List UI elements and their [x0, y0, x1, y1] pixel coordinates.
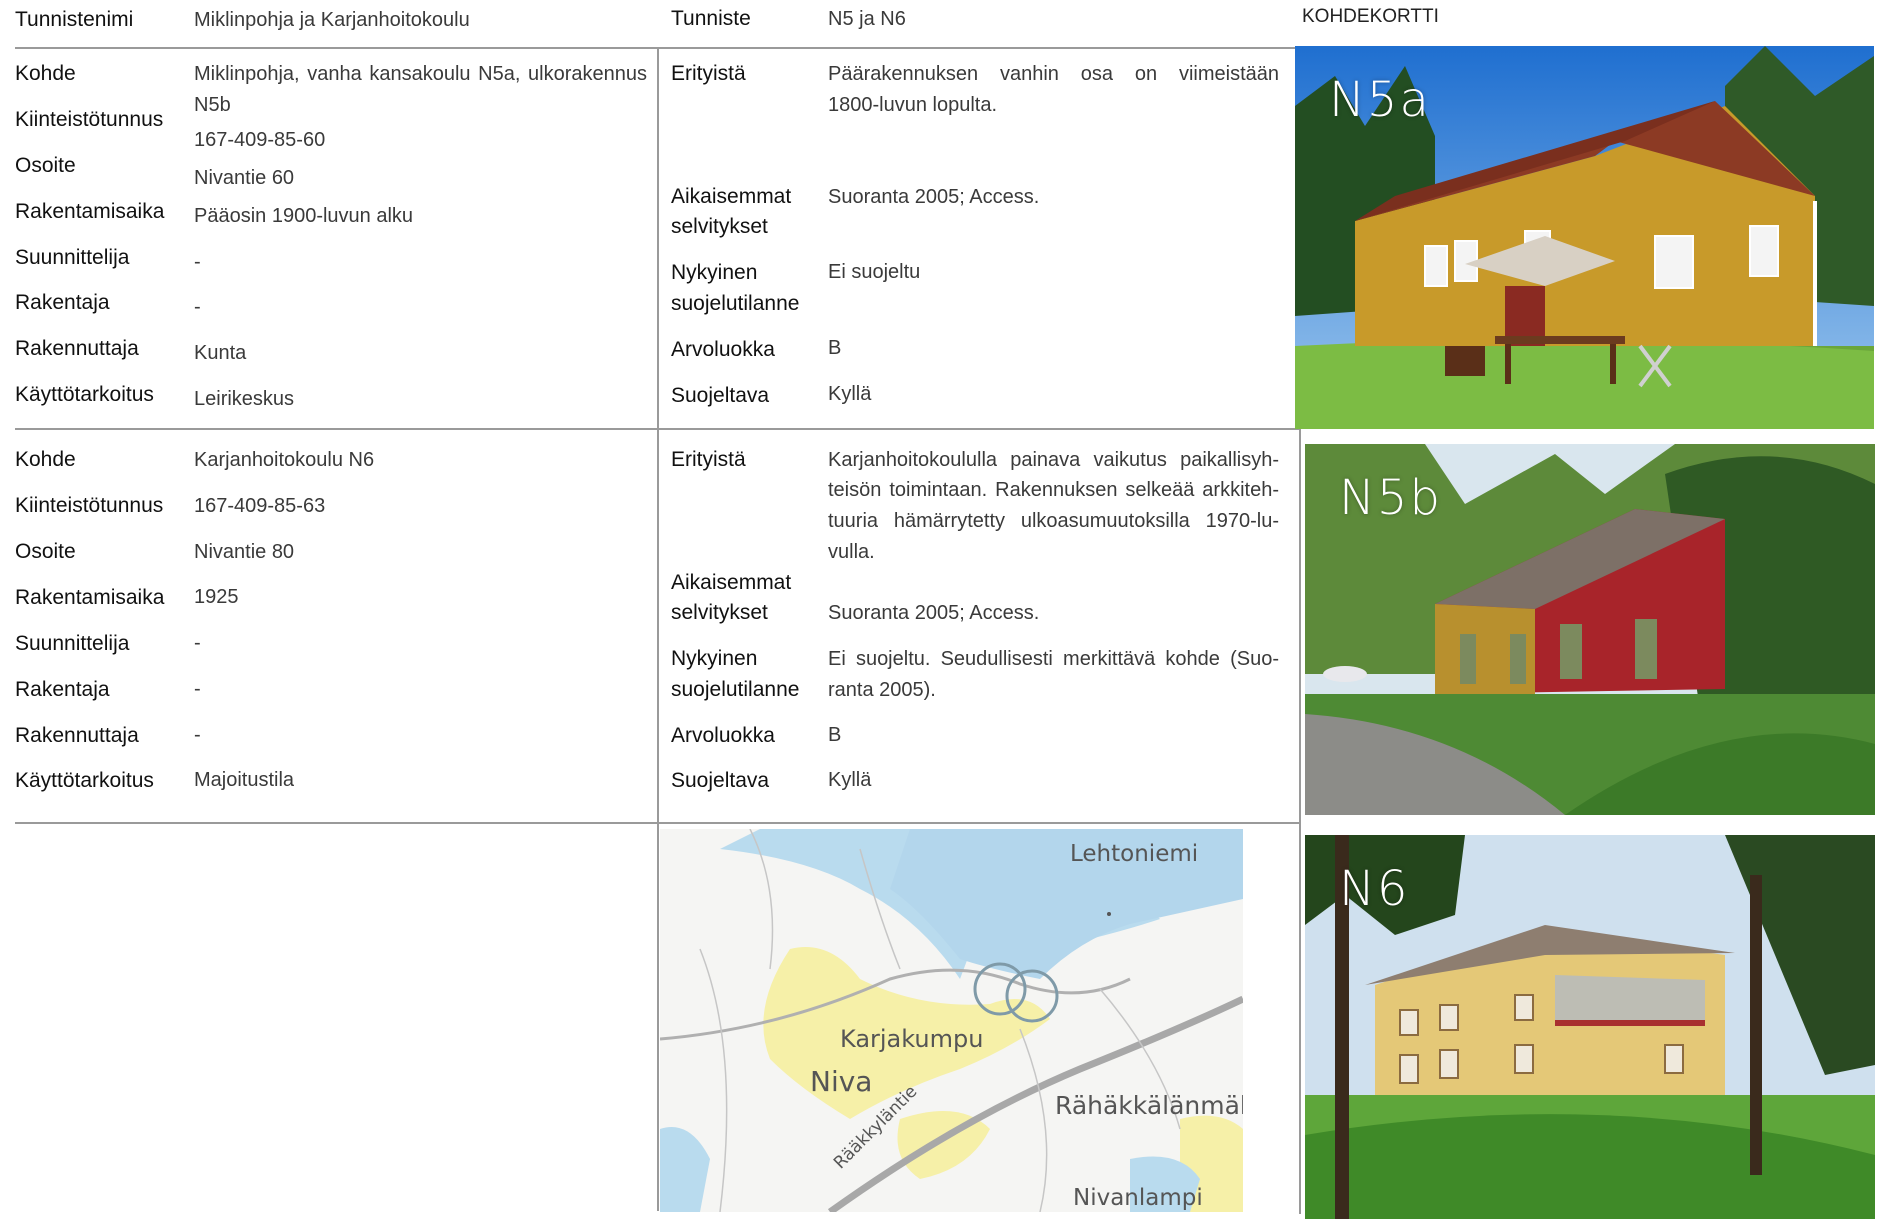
erityista-value-line2: 1800-luvun lopulta. [828, 94, 998, 116]
column-divider-right [1299, 428, 1301, 1214]
rakentaja-label: Rakentaja [15, 678, 110, 701]
kohde-value-line1: Miklinpohja, vanha kansakoulu N5a, ulkor… [194, 63, 647, 85]
photo-n6: N6 [1305, 835, 1875, 1219]
rakennuttaja-value: Kunta [194, 342, 247, 364]
kiinteistotunnus-value: 167-409-85-63 [194, 495, 326, 517]
kiinteistotunnus-label: Kiinteistötunnus [15, 494, 164, 517]
kayttotarkoitus-label: Käyttötarkoitus [15, 383, 154, 406]
photo-n5a-tag: N5a [1329, 72, 1431, 128]
suojeltava-value: Kyllä [828, 769, 872, 791]
osoite-label: Osoite [15, 154, 76, 177]
kayttotarkoitus-label: Käyttötarkoitus [15, 769, 154, 792]
kohde-value-line2: N5b [194, 94, 231, 116]
nykyinen-label-line2: suojelutilanne [671, 678, 800, 701]
photo-n5a: N5a [1295, 46, 1874, 429]
suunnittelija-label: Suunnittelija [15, 632, 130, 655]
photo-n5b-tag: N5b [1339, 470, 1442, 526]
aikaisemmat-label-line1: Aikaisemmat [671, 185, 792, 208]
photo-n5b: N5b [1305, 444, 1875, 815]
erityista-label: Erityistä [671, 62, 746, 85]
arvoluokka-value: B [828, 724, 842, 746]
kohde-label: Kohde [15, 448, 76, 471]
erityista-value-line4: vulla. [828, 541, 875, 563]
rakennuttaja-label: Rakennuttaja [15, 724, 139, 747]
nykyinen-value: Ei suojeltu [828, 261, 921, 283]
nykyinen-value-line1: Ei suojeltu. Seudullisesti merkittävä ko… [828, 648, 1279, 670]
suunnittelija-value: - [194, 251, 201, 273]
nykyinen-label-line2: suojelutilanne [671, 292, 800, 315]
map-label-nivanlampi: Nivanlampi [1073, 1185, 1203, 1211]
suojeltava-label: Suojeltava [671, 769, 770, 792]
suojeltava-value: Kyllä [828, 383, 872, 405]
kayttotarkoitus-value: Leirikeskus [194, 388, 295, 410]
osoite-label: Osoite [15, 540, 76, 563]
rakentamisaika-value: Pääosin 1900-luvun alku [194, 205, 414, 227]
column-divider-left [657, 47, 659, 1211]
suunnittelija-label: Suunnittelija [15, 246, 130, 269]
map-label-karjakumpu: Karjakumpu [840, 1025, 984, 1053]
rakennuttaja-value: - [194, 724, 201, 746]
rakentaja-value: - [194, 678, 201, 700]
nykyinen-label-line1: Nykyinen [671, 647, 758, 670]
kohde-value: Karjanhoitokoulu N6 [194, 449, 375, 471]
card-title: KOHDEKORTTI [1302, 6, 1439, 27]
rakentaja-label: Rakentaja [15, 291, 110, 314]
nykyinen-label-line1: Nykyinen [671, 261, 758, 284]
nykyinen-value-line2: ranta 2005). [828, 679, 936, 701]
erityista-value-line2: teisön toimintaan. Rakennuksen selkeää a… [828, 479, 1279, 501]
suojeltava-label: Suojeltava [671, 384, 770, 407]
aikaisemmat-value: Suoranta 2005; Access. [828, 186, 1040, 208]
rakentaja-value: - [194, 296, 201, 318]
osoite-value: Nivantie 60 [194, 167, 295, 189]
erityista-label: Erityistä [671, 448, 746, 471]
arvoluokka-label: Arvoluokka [671, 338, 775, 361]
tunnistenimi-label: Tunnistenimi [15, 8, 134, 31]
erityista-value-line1: Karjanhoitokoululla painava vaikutus pai… [828, 449, 1279, 471]
kohde-label: Kohde [15, 62, 76, 85]
tunniste-value: N5 ja N6 [828, 8, 906, 30]
location-map-drawing [660, 829, 1243, 1212]
aikaisemmat-label-line2: selvitykset [671, 215, 768, 238]
erityista-value-line3: tuuria hämärrytetty ulkoasumuutoksilla 1… [828, 510, 1279, 532]
kayttotarkoitus-value: Majoitustila [194, 769, 295, 791]
header-divider [15, 47, 1295, 49]
osoite-value: Nivantie 80 [194, 541, 295, 563]
kiinteistotunnus-value: 167-409-85-60 [194, 129, 326, 151]
map-label-niva: Niva [810, 1065, 873, 1098]
photo-n6-tag: N6 [1339, 861, 1410, 917]
suunnittelija-value: - [194, 632, 201, 654]
location-map: Lehtoniemi Karjakumpu Niva Rähäkkälänmäk… [660, 829, 1243, 1212]
rakentamisaika-value: 1925 [194, 586, 239, 608]
aikaisemmat-label-line1: Aikaisemmat [671, 571, 792, 594]
map-label-lehtoniemi: Lehtoniemi [1070, 841, 1199, 867]
map-label-rahakkalanmaki: Rähäkkälänmäk [1055, 1091, 1243, 1120]
rakentamisaika-label: Rakentamisaika [15, 586, 165, 609]
arvoluokka-label: Arvoluokka [671, 724, 775, 747]
rakennuttaja-label: Rakennuttaja [15, 337, 139, 360]
kiinteistotunnus-label: Kiinteistötunnus [15, 108, 164, 131]
aikaisemmat-value: Suoranta 2005; Access. [828, 602, 1040, 624]
aikaisemmat-label-line2: selvitykset [671, 601, 768, 624]
rakentamisaika-label: Rakentamisaika [15, 200, 165, 223]
erityista-value-line1: Päärakennuksen vanhin osa on viimeistään [828, 63, 1279, 85]
tunniste-label: Tunniste [671, 7, 751, 30]
tunnistenimi-value: Miklinpohja ja Karjanhoitokoulu [194, 9, 470, 31]
arvoluokka-value: B [828, 337, 842, 359]
